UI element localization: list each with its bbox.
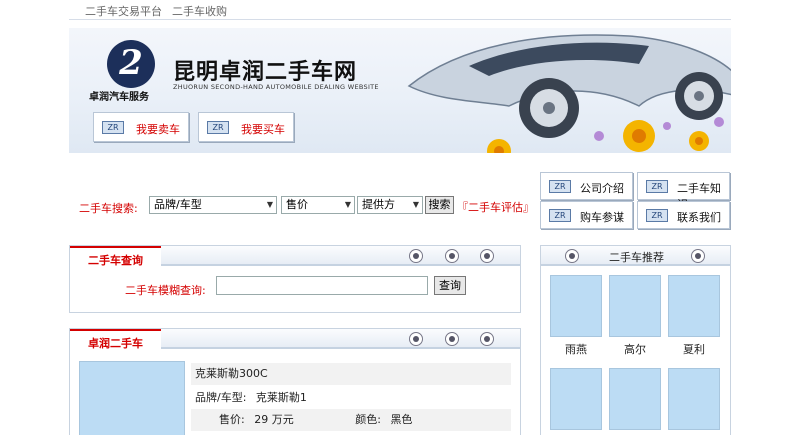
provider-select[interactable]: 提供方 ▼ (357, 196, 423, 214)
brand-label: 品牌/车型: (195, 391, 247, 404)
top-nav-link-trading[interactable]: 二手车交易平台 (85, 3, 162, 19)
brand-value: 克莱斯勒1 (255, 391, 307, 404)
recommend-thumb-3[interactable] (668, 275, 720, 337)
logo-icon[interactable]: 2 (107, 40, 155, 88)
car-sell-icon: ZR (102, 121, 124, 134)
color-value: 黑色 (390, 413, 413, 426)
recommend-panel-header: 二手车推荐 (541, 246, 730, 266)
decor-icon (480, 249, 494, 263)
car-price-row: 售价: 29 万元 颜色: 黑色 (191, 409, 511, 431)
chevron-down-icon: ▼ (266, 200, 273, 209)
buy-car-button[interactable]: ZR 我要买车 (198, 112, 294, 142)
price-label: 售价: (219, 413, 245, 426)
recommend-title: 二手车推荐 (609, 251, 664, 264)
nav-icon: ZR (549, 180, 571, 193)
fuzzy-search-label: 二手车模糊查询: (125, 284, 206, 297)
search-bar: 二手车搜索: 品牌/车型 ▼ 售价 ▼ 提供方 ▼ 搜索 『二手车评估』 (69, 186, 534, 226)
decor-icon (445, 249, 459, 263)
decor-icon (445, 332, 459, 346)
sell-car-button[interactable]: ZR 我要卖车 (93, 112, 189, 142)
decor-icon (409, 249, 423, 263)
recommend-thumb-5[interactable] (609, 368, 661, 430)
car-name[interactable]: 克莱斯勒300C (191, 363, 511, 385)
car-buy-icon: ZR (207, 121, 229, 134)
car-brand-row: 品牌/车型: 克莱斯勒1 (191, 387, 511, 409)
recommend-name-1[interactable]: 雨燕 (550, 341, 602, 357)
query-panel: 二手车查询 二手车模糊查询: 查询 (69, 245, 521, 313)
decor-icon (565, 249, 579, 263)
site-subtitle: ZHUORUN SECOND-HAND AUTOMOBILE DEALING W… (173, 83, 379, 91)
recommend-name-3[interactable]: 夏利 (668, 341, 720, 357)
recommend-thumb-4[interactable] (550, 368, 602, 430)
nav-icon: ZR (549, 209, 571, 222)
query-button[interactable]: 查询 (434, 276, 466, 295)
chevron-down-icon: ▼ (344, 200, 351, 209)
provider-select-value: 提供方 (362, 198, 395, 211)
logo-caption: 卓润汽车服务 (89, 92, 149, 103)
color-label: 颜色: (355, 413, 381, 426)
nav-icon: ZR (646, 209, 668, 222)
decor-icon (691, 249, 705, 263)
top-nav-link-purchase[interactable]: 二手车收购 (172, 3, 227, 19)
search-label: 二手车搜索: (79, 202, 138, 215)
brand-select[interactable]: 品牌/车型 ▼ (149, 196, 277, 214)
site-title: 昆明卓润二手车网 (173, 60, 358, 85)
recommend-panel: 二手车推荐 雨燕 高尔 夏利 (540, 245, 731, 435)
search-button[interactable]: 搜索 (425, 196, 454, 214)
car-knowledge-button[interactable]: ZR 二手车知识 (637, 172, 730, 211)
listing-panel-tab[interactable]: 卓润二手车 (70, 329, 161, 351)
company-intro-label: 公司介绍 (580, 182, 624, 195)
nav-icon: ZR (646, 180, 668, 193)
contact-us-label: 联系我们 (677, 211, 721, 224)
company-intro-button[interactable]: ZR 公司介绍 (540, 172, 633, 200)
evaluation-link[interactable]: 『二手车评估』 (457, 199, 534, 215)
decor-icon (480, 332, 494, 346)
purchase-advisor-button[interactable]: ZR 购车参谋 (540, 201, 633, 229)
price-select[interactable]: 售价 ▼ (281, 196, 355, 214)
recommend-thumb-2[interactable] (609, 275, 661, 337)
chevron-down-icon: ▼ (412, 200, 419, 209)
brand-select-value: 品牌/车型 (154, 198, 202, 211)
query-panel-tab[interactable]: 二手车查询 (70, 246, 161, 268)
price-select-value: 售价 (286, 198, 308, 211)
recommend-thumb-1[interactable] (550, 275, 602, 337)
buy-car-label: 我要买车 (241, 123, 285, 136)
car-thumbnail[interactable] (79, 361, 185, 435)
car-illustration-icon (407, 34, 731, 153)
listing-panel: 卓润二手车 克莱斯勒300C 品牌/车型: 克莱斯勒1 售价: 29 万元 颜色… (69, 328, 521, 435)
price-value: 29 万元 (254, 413, 294, 426)
top-nav: 二手车交易平台 二手车收购 (69, 0, 731, 20)
recommend-name-2[interactable]: 高尔 (609, 341, 661, 357)
fuzzy-search-input[interactable] (216, 276, 428, 295)
recommend-thumb-6[interactable] (668, 368, 720, 430)
purchase-advisor-label: 购车参谋 (580, 211, 624, 224)
decor-icon (409, 332, 423, 346)
sell-car-label: 我要卖车 (136, 123, 180, 136)
header-banner: 2 卓润汽车服务 昆明卓润二手车网 ZHUORUN SECOND-HAND AU… (69, 28, 731, 153)
contact-us-button[interactable]: ZR 联系我们 (637, 201, 730, 229)
